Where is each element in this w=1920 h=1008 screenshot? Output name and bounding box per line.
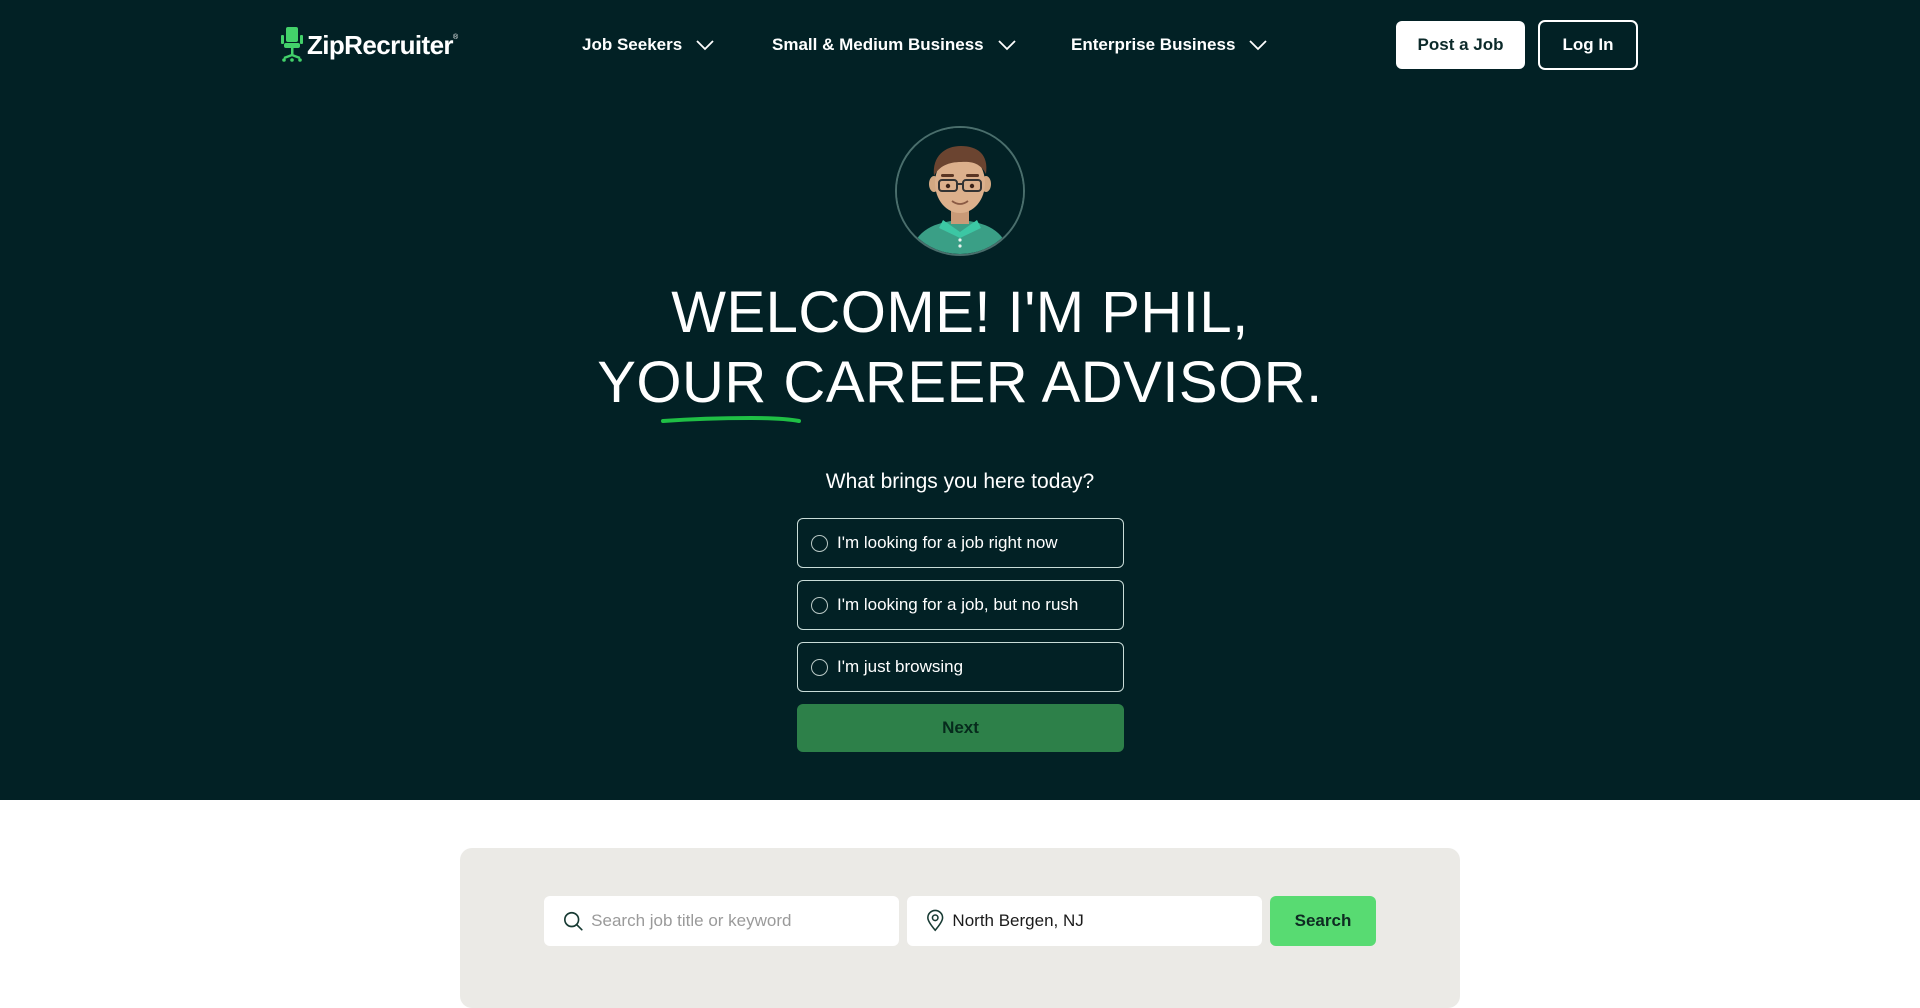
question-prompt: What brings you here today? xyxy=(825,470,1095,493)
welcome-headline: WELCOME! I'M PHIL, YOUR CAREER ADVISOR. xyxy=(0,278,1920,418)
option-job-no-rush[interactable]: I'm looking for a job, but no rush xyxy=(797,580,1124,630)
headline-line-2: YOUR CAREER ADVISOR. xyxy=(597,350,1323,415)
location-search-field[interactable] xyxy=(907,896,1262,946)
nav-label: Job Seekers xyxy=(582,35,683,54)
option-just-browsing[interactable]: I'm just browsing xyxy=(797,642,1124,692)
brush-underline xyxy=(661,416,801,423)
location-input[interactable] xyxy=(952,911,1262,931)
headline-line-1: WELCOME! I'M PHIL, xyxy=(671,280,1249,345)
post-a-job-button[interactable]: Post a Job xyxy=(1396,21,1525,69)
registered-mark: ® xyxy=(452,33,459,41)
log-in-button[interactable]: Log In xyxy=(1538,20,1638,70)
ziprecruiter-logo[interactable]: ZipRecruiter ® xyxy=(281,26,458,64)
nav-label: Small & Medium Business xyxy=(772,35,984,54)
option-label: I'm just browsing xyxy=(837,657,964,676)
nav-label: Enterprise Business xyxy=(1071,35,1236,54)
chevron-down-icon xyxy=(1249,40,1268,51)
search-button[interactable]: Search xyxy=(1270,896,1376,946)
next-button[interactable]: Next xyxy=(797,704,1124,752)
chevron-down-icon xyxy=(997,40,1016,51)
hero-section: ZipRecruiter ® Job Seekers Small & Mediu… xyxy=(0,0,1920,800)
search-icon xyxy=(564,911,583,931)
phil-avatar-illustration xyxy=(897,128,1023,254)
nav-enterprise-business[interactable]: Enterprise Business xyxy=(1071,30,1268,60)
nav-job-seekers[interactable]: Job Seekers xyxy=(582,30,714,60)
chevron-down-icon xyxy=(696,40,714,51)
advisor-avatar xyxy=(895,126,1025,256)
option-job-right-now[interactable]: I'm looking for a job right now xyxy=(797,518,1124,568)
location-pin-icon xyxy=(927,909,944,932)
chair-logo-icon xyxy=(281,27,303,62)
logo-text: ZipRecruiter xyxy=(307,29,454,60)
option-label: I'm looking for a job right now xyxy=(837,533,1058,552)
option-label: I'm looking for a job, but no rush xyxy=(837,595,1079,614)
radio-button[interactable] xyxy=(811,596,828,614)
keyword-search-input[interactable] xyxy=(591,911,899,931)
radio-button[interactable] xyxy=(811,658,828,676)
radio-button[interactable] xyxy=(811,534,828,552)
keyword-search-field[interactable] xyxy=(544,896,899,946)
nav-small-medium-business[interactable]: Small & Medium Business xyxy=(772,30,1016,60)
